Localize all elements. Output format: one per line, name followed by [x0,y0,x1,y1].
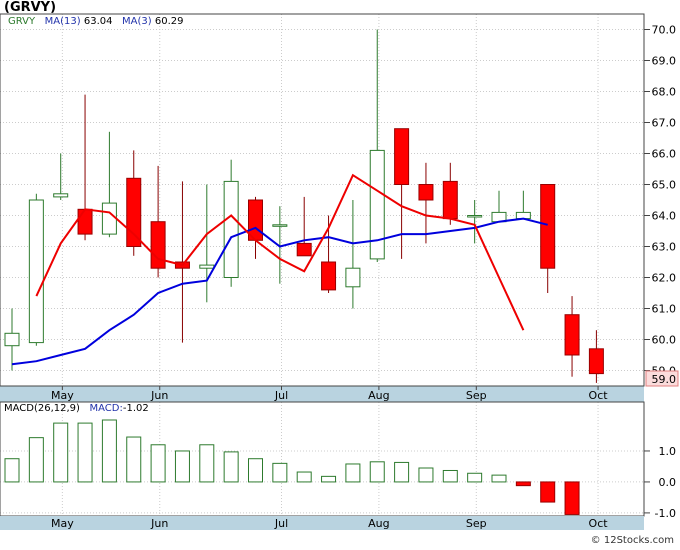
legend-macd-label: MACD(26,12,9) [4,403,80,414]
price-tick-label: 62.0 [652,272,677,285]
candle-body [588,348,604,375]
macd-tick-label: -1.0 [655,507,676,520]
macd-bar [442,469,458,483]
macd-bar [515,481,531,487]
price-date-axis-band [0,386,644,402]
macd-bar [564,481,580,515]
candle-body [418,184,434,201]
price-legend: GRVY MA(13) 63.04 MA(3) 60.29 [8,16,184,27]
price-x-tick-label: Sep [466,389,487,402]
macd-x-tick-label: Jun [150,517,168,530]
macd-bar [321,475,337,483]
legend-macd-value-label: MACD: [89,403,123,414]
candle-body [28,199,44,344]
last-price-tag: 59.0 [645,370,679,387]
legend-macd-value: -1.02 [122,403,149,414]
macd-bar [394,461,410,483]
macd-bar [491,474,507,483]
candle-body [4,332,20,347]
candle-body [199,264,215,269]
price-x-tick-label: Jun [150,389,168,402]
macd-x-tick-label: May [51,517,74,530]
macd-tick-label: 1.0 [659,445,677,458]
candle-body [126,177,142,247]
macd-x-tick-label: Aug [368,517,389,530]
macd-bar [345,463,361,483]
legend-ma3-value: 60.29 [154,16,184,27]
price-x-tick-label: Aug [368,389,389,402]
candle-body [223,180,239,278]
price-tick-label: 68.0 [652,86,677,99]
macd-bar [101,419,117,483]
candle-body [101,202,117,235]
candle-body [77,208,93,235]
price-tick-label: 67.0 [652,117,677,130]
candle-body [564,314,580,356]
macd-legend: MACD(26,12,9) MACD:-1.02 [4,403,149,414]
legend-ma13-value: 63.04 [83,16,113,27]
price-tick-label: 64.0 [652,210,677,223]
candle-body [53,193,69,198]
legend-ticker: GRVY [8,16,36,27]
price-tick-label: 60.0 [652,334,677,347]
macd-bar [540,481,556,503]
macd-bar [199,444,215,483]
legend-ma13-label: MA(13) [44,16,81,27]
macd-bar [126,436,142,483]
candle-body [345,267,361,288]
macd-bar [369,461,385,483]
macd-bar [272,462,288,483]
macd-bar [174,450,190,483]
price-x-tick-label: May [51,389,74,402]
legend-ma3-label: MA(3) [122,16,152,27]
svg-text:59.0: 59.0 [652,373,677,386]
candle [28,193,44,346]
candle-body [272,224,288,227]
price-tick-label: 70.0 [652,24,677,37]
macd-x-tick-label: Sep [466,517,487,530]
price-tick-label: 66.0 [652,148,677,161]
macd-bar [77,422,93,483]
stock-chart: May Jun Jul Aug Sep Oct 59.0 60.0 61.0 62.0 63.0 6… [0,0,680,546]
price-x-tick-label: Oct [589,389,609,402]
macd-bar [248,458,263,483]
price-tick-label: 69.0 [652,55,677,68]
candle-body [540,184,556,269]
macd-x-tick-label: Jul [274,517,288,530]
candle-body [369,149,385,260]
macd-bar [4,458,20,483]
macd-bar [223,451,239,483]
candle-body [394,128,410,185]
price-x-tick-label: Jul [274,389,288,402]
price-tick-label: 63.0 [652,241,677,254]
macd-date-axis-band [0,516,644,530]
macd-bar [418,467,434,483]
macd-bar [53,422,69,483]
candle-body [321,261,337,291]
macd-x-tick-label: Oct [589,517,609,530]
price-tick-label: 61.0 [652,303,677,316]
candle-body [296,242,312,257]
chart-canvas: May Jun Jul Aug Sep Oct 59.0 60.0 61.0 62.0 63.0 6… [0,0,680,546]
ticker-symbol: (GRVY) [4,0,57,15]
macd-bar [467,472,483,483]
macd-bar [28,437,44,483]
macd-bar [296,471,312,483]
macd-tick-label: 0.0 [659,476,677,489]
macd-bar [150,444,166,483]
watermark: © 12Stocks.com [590,535,674,546]
candle-body [150,221,166,269]
price-tick-label: 65.0 [652,179,677,192]
candle-body [442,180,458,220]
candle-body [467,215,483,218]
